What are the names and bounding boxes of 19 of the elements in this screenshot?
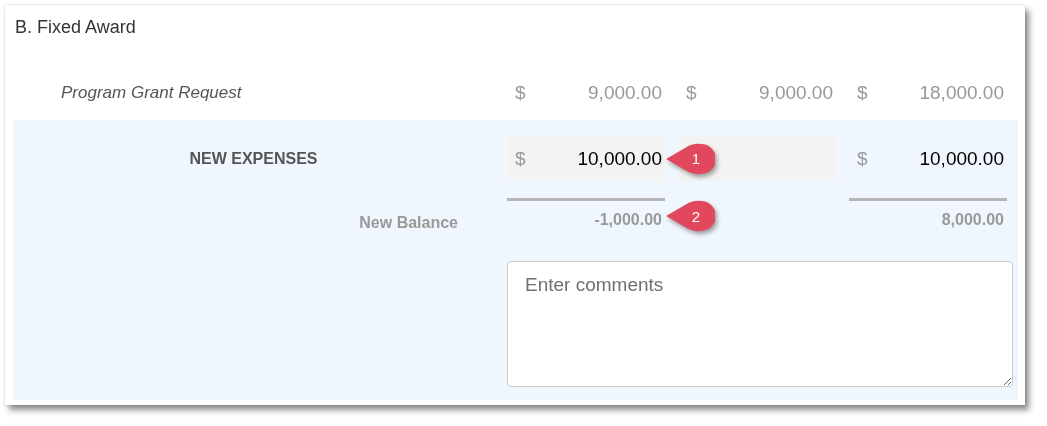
amount-value: 10,000.00 (577, 147, 662, 170)
section-title: B. Fixed Award (14, 16, 137, 39)
comments-field[interactable]: Enter comments (507, 261, 1013, 387)
balance-value: -1,000.00 (594, 211, 662, 229)
balance-value: 8,000.00 (941, 211, 1004, 229)
currency-symbol: $ (857, 81, 868, 104)
currency-symbol: $ (515, 147, 526, 170)
row-label: New Balance (358, 212, 459, 232)
currency-symbol: $ (686, 81, 697, 104)
callout-tooltip: 2 (665, 199, 715, 233)
currency-symbol: $ (857, 147, 868, 170)
amount-text: 9,000.00 (759, 81, 833, 104)
currency-symbol: $ (515, 81, 526, 104)
amount-text: 9,000.00 (588, 81, 662, 104)
amount-value: 10,000.00 (919, 147, 1004, 170)
amount-text: 18,000.00 (919, 81, 1004, 104)
row-label: NEW EXPENSES (188, 149, 319, 168)
callout-tooltip: 1 (665, 141, 715, 176)
row-label: Program Grant Request (60, 82, 243, 103)
